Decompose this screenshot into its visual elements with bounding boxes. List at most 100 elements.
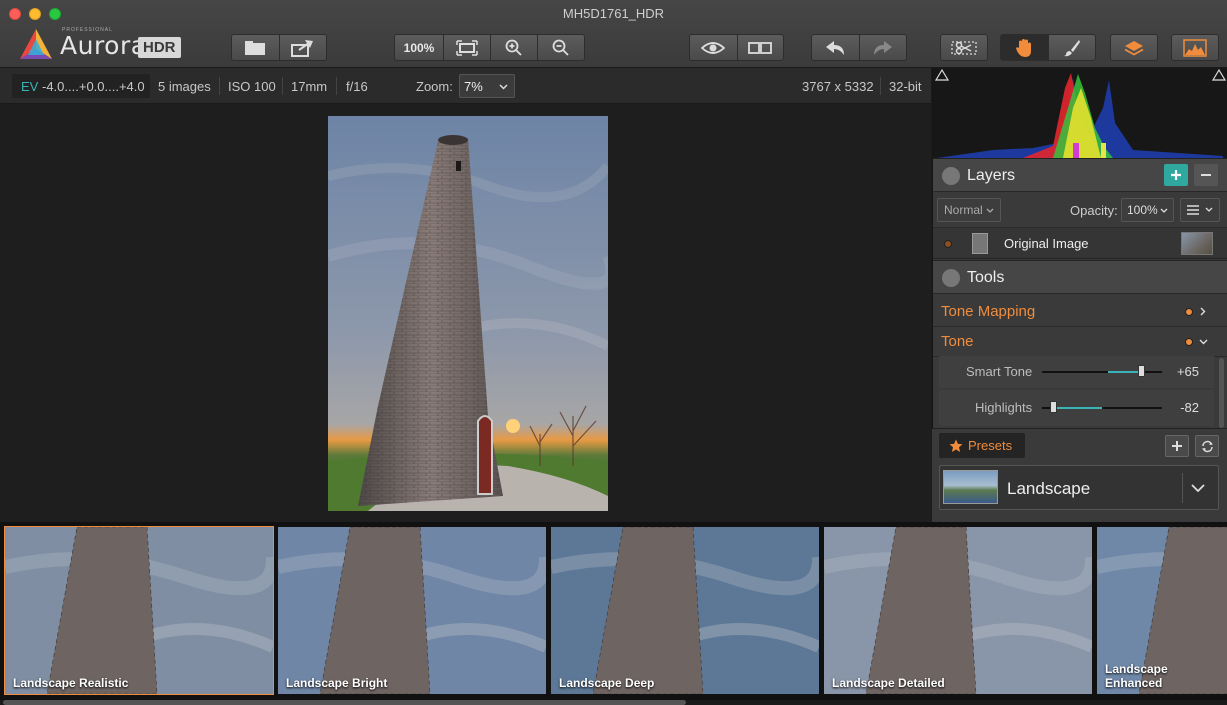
tone-section[interactable]: Tone [933, 327, 1227, 357]
ev-prefix: EV [21, 79, 39, 94]
layer-menu-button[interactable] [1180, 198, 1220, 222]
fit-screen-button[interactable] [443, 35, 490, 60]
layers-panel-button[interactable] [1110, 34, 1158, 61]
history-button-group [811, 34, 907, 61]
layers-title: Layers [967, 167, 1016, 184]
slider-fill [1108, 371, 1141, 373]
compare-button-group [689, 34, 784, 61]
share-icon [290, 39, 313, 57]
scrollbar-thumb[interactable] [3, 700, 686, 705]
layer-visibility-toggle[interactable] [944, 240, 952, 248]
logo-name: Aurora [60, 31, 147, 60]
slider-thumb[interactable] [1049, 401, 1057, 413]
menu-icon [1187, 205, 1199, 215]
open-file-button[interactable] [232, 35, 279, 60]
title-bar: MH5D1761_HDR PROFESSIONAL Aurora HDR 100… [0, 0, 1227, 68]
preset-thumbnail[interactable]: Landscape Detailed [824, 527, 1092, 694]
undo-button[interactable] [812, 35, 859, 60]
chevron-down-icon [1205, 207, 1213, 212]
ev-range: -4.0....+0.0....+4.0 [42, 79, 145, 94]
preview-toggle-button[interactable] [690, 35, 737, 60]
split-view-button[interactable] [736, 35, 784, 60]
layer-name: Original Image [1004, 236, 1089, 251]
aperture: f/16 [346, 79, 368, 94]
zoom-100-button[interactable]: 100% [395, 41, 443, 55]
slider-thumb[interactable] [1138, 365, 1145, 377]
redo-icon [873, 40, 892, 55]
iso-value: ISO 100 [228, 79, 276, 94]
hdr-photo-tower[interactable] [328, 116, 608, 511]
minus-icon [1201, 174, 1211, 176]
preset-category-name: Landscape [1007, 479, 1091, 498]
histogram-button[interactable] [1171, 34, 1219, 61]
preset-category-select[interactable]: Landscape [939, 465, 1219, 510]
zoom-out-button[interactable] [537, 35, 584, 60]
preset-thumbnail-label: Landscape Realistic [13, 676, 129, 690]
filmstrip-scrollbar[interactable] [0, 700, 1227, 705]
fit-screen-icon [456, 39, 478, 56]
add-preset-button[interactable] [1165, 435, 1189, 457]
divider [219, 77, 220, 95]
hand-icon [1016, 38, 1032, 57]
smart-tone-slider-row: Smart Tone +65 [939, 356, 1214, 388]
preset-preview-image [551, 527, 819, 694]
chevron-down-icon [499, 84, 508, 90]
preset-thumbnail[interactable]: Landscape Deep [551, 527, 819, 694]
brush-tool-button[interactable] [1047, 35, 1096, 60]
tools-scrollbar[interactable] [1219, 358, 1224, 428]
image-info-bar: EV -4.0....+0.0....+4.0 5 images ISO 100… [0, 68, 931, 104]
redo-button[interactable] [858, 35, 907, 60]
preset-category-thumbnail [943, 470, 998, 504]
section-active-indicator[interactable] [1185, 308, 1193, 316]
zoom-select[interactable]: 7% [459, 74, 515, 98]
share-button[interactable] [278, 35, 327, 60]
zoom-select-value: 7% [464, 79, 483, 94]
refresh-icon [1201, 440, 1213, 452]
preset-thumbnail[interactable]: Landscape Enhanced [1097, 527, 1227, 694]
window-title: MH5D1761_HDR [562, 6, 665, 21]
opacity-label: Opacity: [1070, 203, 1118, 218]
crop-scissors-icon [951, 40, 977, 55]
chevron-down-icon [1160, 208, 1168, 213]
layer-mask-icon [972, 233, 988, 254]
crop-button[interactable] [940, 34, 988, 61]
divider [282, 77, 283, 95]
chevron-down-icon [1191, 484, 1205, 492]
slider-label: Smart Tone [966, 364, 1033, 379]
zoom-out-icon [552, 39, 569, 56]
file-button-group [231, 34, 327, 61]
tools-header: Tools [933, 260, 1227, 294]
divider [880, 77, 881, 95]
layer-row[interactable]: Original Image [933, 227, 1227, 259]
opacity-select[interactable]: 100% [1121, 198, 1174, 222]
tool-button-group [1000, 34, 1096, 61]
layers-icon [1124, 40, 1144, 56]
blend-mode-select[interactable]: Normal [937, 198, 1001, 222]
layers-stack-icon [942, 167, 960, 185]
preset-preview-image [5, 527, 273, 694]
presets-button[interactable]: Presets [939, 433, 1025, 458]
preset-thumbnail-label: Landscape Detailed [832, 676, 945, 690]
divider [336, 77, 337, 95]
add-layer-button[interactable] [1164, 164, 1188, 186]
refresh-presets-button[interactable] [1195, 435, 1219, 457]
zoom-in-icon [505, 39, 522, 56]
layer-thumbnail [1181, 232, 1213, 255]
zoom-in-button[interactable] [490, 35, 537, 60]
hand-tool-button[interactable] [1001, 35, 1048, 60]
star-icon [949, 439, 963, 452]
presets-bar: Presets Landscape [932, 428, 1227, 522]
divider [1182, 473, 1183, 503]
plus-icon [1172, 441, 1182, 451]
slider-label: Highlights [975, 400, 1033, 415]
open-folder-icon [245, 40, 266, 55]
preset-thumbnail[interactable]: Landscape Realistic [4, 526, 274, 695]
tone-mapping-section[interactable]: Tone Mapping [933, 297, 1227, 327]
remove-layer-button[interactable] [1194, 164, 1218, 186]
view-button-group: 100% [394, 34, 585, 61]
section-active-indicator[interactable] [1185, 338, 1193, 346]
preset-thumbnail[interactable]: Landscape Bright [278, 527, 546, 694]
image-dimensions: 3767 x 5332 [802, 79, 874, 94]
logo-hdr-badge: HDR [138, 37, 181, 58]
bit-depth: 32-bit [889, 79, 922, 94]
